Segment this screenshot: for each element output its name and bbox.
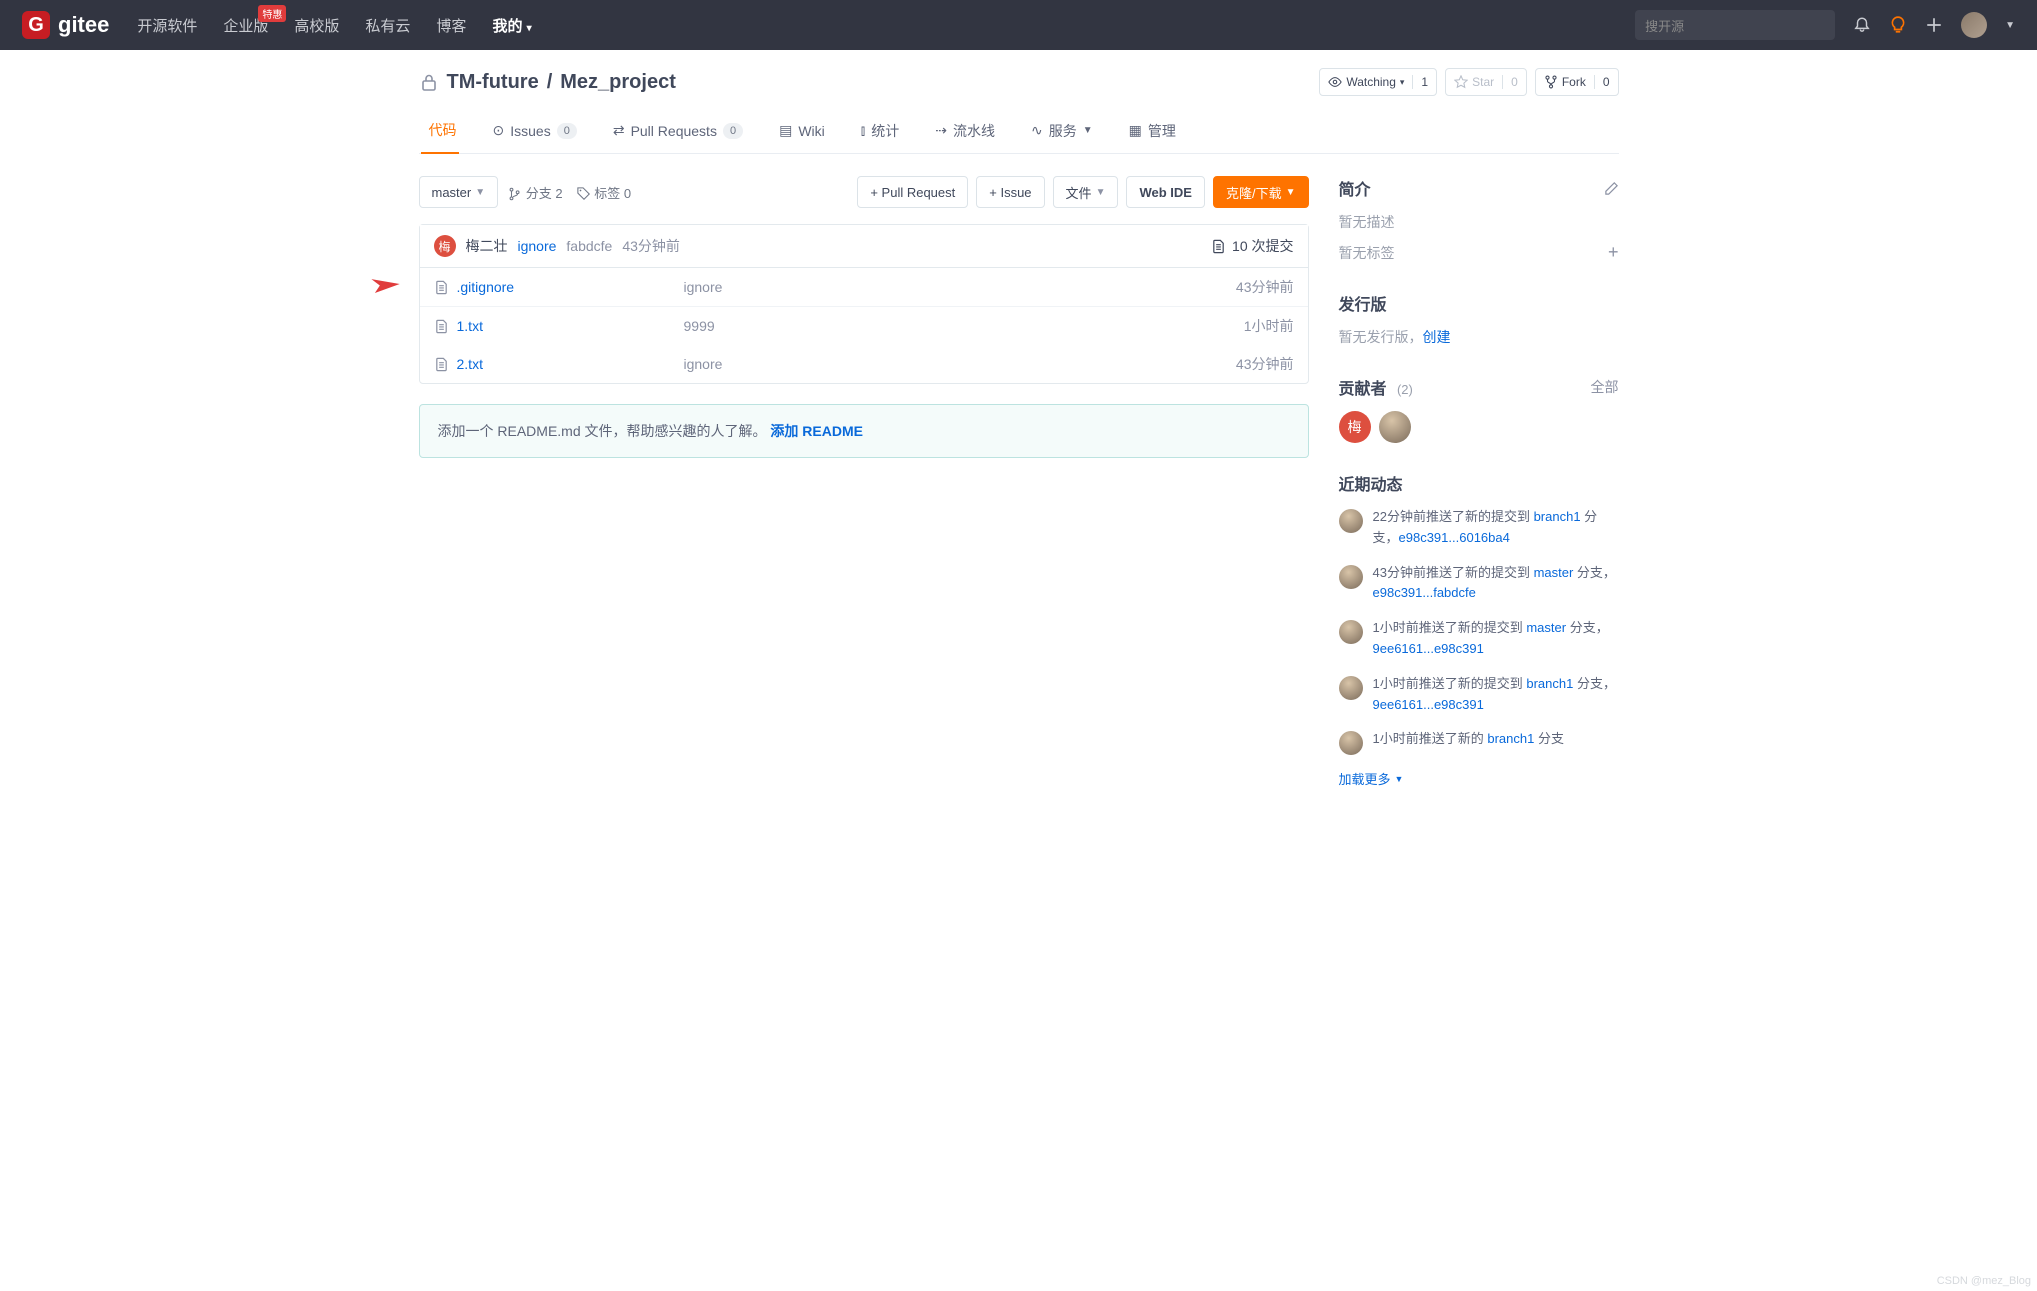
- tab-wiki[interactable]: ▤ Wiki: [777, 110, 827, 153]
- activity-avatar[interactable]: [1339, 620, 1363, 644]
- pr-icon: ⇄: [613, 122, 625, 139]
- file-row[interactable]: .gitignoreignore43分钟前: [420, 268, 1308, 307]
- file-commit-msg[interactable]: 9999: [684, 318, 1244, 334]
- activity-item: 1小时前推送了新的提交到 master 分支，9ee6161...e98c391: [1339, 618, 1619, 660]
- activity-item: 1小时前推送了新的 branch1 分支: [1339, 729, 1619, 755]
- new-pr-button[interactable]: + Pull Request: [857, 176, 968, 208]
- top-nav: G gitee 开源软件 企业版特惠 高校版 私有云 博客 我的 ▾ 搜开源 ▼: [0, 0, 2037, 50]
- search-input[interactable]: 搜开源: [1635, 10, 1835, 40]
- commit-author-avatar[interactable]: 梅: [434, 235, 456, 257]
- tab-pr[interactable]: ⇄ Pull Requests 0: [611, 110, 745, 153]
- pipeline-icon: ⇢: [935, 122, 947, 139]
- contributors-all-link[interactable]: 全部: [1591, 377, 1619, 397]
- repo-title: TM-future / Mez_project: [419, 71, 676, 94]
- code-toolbar: master▼ 分支 2 标签 0 + Pull Request + Issue…: [419, 176, 1309, 208]
- nav-link[interactable]: 博客: [436, 15, 466, 36]
- file-time: 43分钟前: [1236, 354, 1294, 374]
- file-name[interactable]: 2.txt: [434, 356, 684, 372]
- service-icon: ∿: [1031, 122, 1043, 139]
- sidebar-activity: 近期动态 22分钟前推送了新的提交到 branch1 分支，e98c391...…: [1339, 471, 1619, 788]
- file-row[interactable]: 2.txtignore43分钟前: [420, 345, 1308, 383]
- tags-count[interactable]: 标签 0: [577, 183, 631, 202]
- contributor-avatar[interactable]: [1379, 411, 1411, 443]
- activity-item: 43分钟前推送了新的提交到 master 分支，e98c391...fabdcf…: [1339, 563, 1619, 605]
- commits-link[interactable]: 10 次提交: [1211, 236, 1293, 256]
- issues-icon: ⊙: [493, 122, 505, 139]
- file-name[interactable]: .gitignore: [434, 279, 684, 295]
- repo-owner[interactable]: TM-future: [447, 71, 539, 94]
- nav-link[interactable]: 我的 ▾: [492, 15, 531, 36]
- clone-button[interactable]: 克隆/下载▼: [1213, 176, 1309, 208]
- tab-service[interactable]: ∿ 服务 ▼: [1029, 110, 1095, 153]
- lock-icon: [419, 71, 439, 94]
- annotation-arrow: ➤: [365, 271, 404, 299]
- tab-stats[interactable]: ⫾ 统计: [859, 110, 901, 153]
- add-readme-link[interactable]: 添加 README: [770, 423, 863, 439]
- sidebar-releases: 发行版 暂无发行版，创建: [1339, 291, 1619, 347]
- tab-manage[interactable]: ▦ 管理: [1127, 110, 1178, 153]
- sidebar-intro: 简介 暂无描述 暂无标签+: [1339, 176, 1619, 263]
- bell-icon[interactable]: [1853, 16, 1871, 34]
- logo-icon: G: [22, 11, 50, 39]
- activity-item: 22分钟前推送了新的提交到 branch1 分支，e98c391...6016b…: [1339, 507, 1619, 549]
- repo-tabs: 代码 ⊙ Issues 0 ⇄ Pull Requests 0 ▤ Wiki ⫾ 统计 ⇢…: [419, 110, 1619, 154]
- commit-message[interactable]: ignore: [518, 238, 557, 254]
- plus-icon[interactable]: [1925, 16, 1943, 34]
- tab-code[interactable]: 代码: [421, 110, 459, 154]
- web-ide-button[interactable]: Web IDE: [1126, 176, 1205, 208]
- activity-avatar[interactable]: [1339, 731, 1363, 755]
- nav-link[interactable]: 私有云: [365, 15, 410, 36]
- repo-header: TM-future / Mez_project Watching ▾ 1 Sta…: [419, 50, 1619, 96]
- activity-avatar[interactable]: [1339, 676, 1363, 700]
- user-avatar[interactable]: [1961, 12, 1987, 38]
- nav-link[interactable]: 企业版特惠: [223, 15, 268, 36]
- nav-links: 开源软件 企业版特惠 高校版 私有云 博客 我的 ▾: [137, 15, 531, 36]
- new-issue-button[interactable]: + Issue: [976, 176, 1044, 208]
- create-release-link[interactable]: 创建: [1423, 329, 1451, 345]
- activity-avatar[interactable]: [1339, 565, 1363, 589]
- file-panel: 梅 梅二壮 ignore fabdcfe 43分钟前 10 次提交 .gitig…: [419, 224, 1309, 384]
- wiki-icon: ▤: [779, 122, 792, 139]
- branch-selector[interactable]: master▼: [419, 176, 499, 208]
- latest-commit-bar: 梅 梅二壮 ignore fabdcfe 43分钟前 10 次提交: [420, 225, 1308, 268]
- contributor-avatar[interactable]: 梅: [1339, 411, 1371, 443]
- bulb-icon[interactable]: [1889, 16, 1907, 34]
- file-commit-msg[interactable]: ignore: [684, 356, 1236, 372]
- edit-intro-icon[interactable]: [1604, 180, 1619, 197]
- load-more-button[interactable]: 加载更多 ▼: [1339, 769, 1619, 788]
- add-tag-icon[interactable]: +: [1608, 242, 1619, 263]
- readme-banner: 添加一个 README.md 文件，帮助感兴趣的人了解。 添加 README: [419, 404, 1309, 458]
- branches-count[interactable]: 分支 2: [508, 183, 562, 202]
- tab-pipeline[interactable]: ⇢ 流水线: [933, 110, 997, 153]
- sidebar-contributors: 贡献者 (2) 全部 梅: [1339, 375, 1619, 443]
- tab-issues[interactable]: ⊙ Issues 0: [491, 110, 579, 153]
- logo[interactable]: G gitee: [22, 11, 109, 39]
- commit-time: 43分钟前: [622, 236, 680, 256]
- file-name[interactable]: 1.txt: [434, 318, 684, 334]
- file-time: 43分钟前: [1236, 277, 1294, 297]
- user-menu-caret[interactable]: ▼: [2005, 20, 2015, 31]
- activity-item: 1小时前推送了新的提交到 branch1 分支，9ee6161...e98c39…: [1339, 674, 1619, 716]
- repo-name[interactable]: Mez_project: [560, 71, 676, 94]
- file-button[interactable]: 文件▼: [1053, 176, 1119, 208]
- commit-author[interactable]: 梅二壮: [466, 236, 508, 256]
- file-time: 1小时前: [1244, 316, 1294, 336]
- nav-link[interactable]: 开源软件: [137, 15, 197, 36]
- watermark: CSDN @mez_Blog: [1937, 1275, 2031, 1287]
- logo-text: gitee: [58, 12, 109, 38]
- stats-icon: ⫾: [861, 122, 865, 139]
- activity-avatar[interactable]: [1339, 509, 1363, 533]
- file-row[interactable]: 1.txt99991小时前: [420, 307, 1308, 345]
- commit-sha[interactable]: fabdcfe: [566, 238, 612, 254]
- file-commit-msg[interactable]: ignore: [684, 279, 1236, 295]
- fork-button[interactable]: Fork 0: [1535, 68, 1619, 96]
- manage-icon: ▦: [1129, 122, 1142, 139]
- star-button[interactable]: Star 0: [1445, 68, 1527, 96]
- nav-link[interactable]: 高校版: [294, 15, 339, 36]
- watch-button[interactable]: Watching ▾ 1: [1319, 68, 1437, 96]
